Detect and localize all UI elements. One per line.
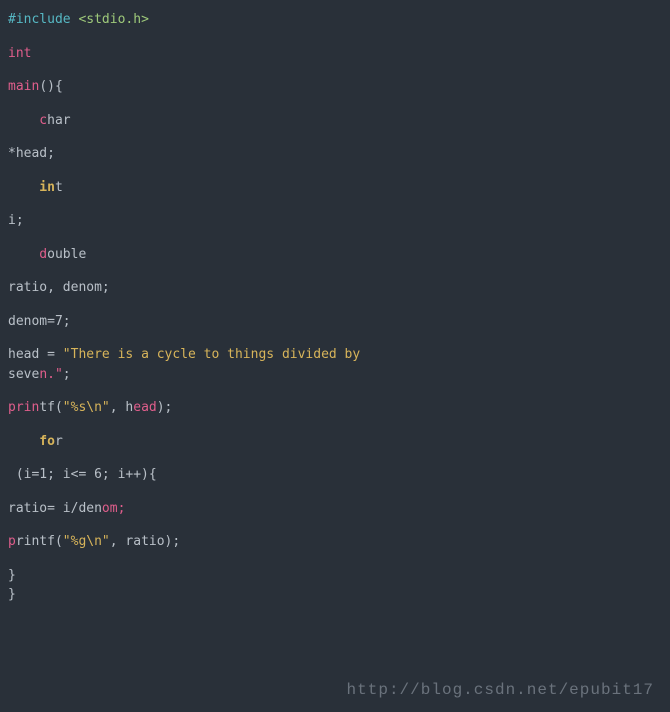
- code-line: head = "There is a cycle to things divid…: [8, 345, 662, 365]
- code-line: denom=7;: [8, 312, 662, 332]
- code-line: }: [8, 585, 662, 605]
- string-literal: "There is a cycle to things divided by: [63, 347, 360, 362]
- code-line: }: [8, 566, 662, 586]
- code-line: for: [8, 432, 662, 452]
- code-line: ratio, denom;: [8, 278, 662, 298]
- variable-decl: i;: [8, 213, 24, 228]
- code-line: printf("%g\n", ratio);: [8, 532, 662, 552]
- printf-call: p: [8, 534, 16, 549]
- code-line: int: [8, 44, 662, 64]
- include-header: <stdio.h>: [78, 12, 148, 27]
- variable-decl: *head;: [8, 146, 55, 161]
- code-line: seven.";: [8, 365, 662, 385]
- code-block: #include <stdio.h> int main(){ char *hea…: [0, 0, 670, 615]
- function-name: main: [8, 79, 39, 94]
- code-line: printf("%s\n", head);: [8, 398, 662, 418]
- assignment: denom=7;: [8, 314, 71, 329]
- closing-brace: }: [8, 568, 16, 583]
- code-line: double: [8, 245, 662, 265]
- code-line: main(){: [8, 77, 662, 97]
- code-line: (i=1; i<= 6; i++){: [8, 465, 662, 485]
- code-line: #include <stdio.h>: [8, 10, 662, 30]
- format-string: "%g\n": [63, 534, 110, 549]
- code-line: i;: [8, 211, 662, 231]
- variable-decl: ratio, denom;: [8, 280, 110, 295]
- code-line: ratio= i/denom;: [8, 499, 662, 519]
- assignment: ratio= i/den: [8, 501, 102, 516]
- format-string: "%s\n": [63, 400, 110, 415]
- keyword-int: in: [8, 180, 55, 195]
- code-line: char: [8, 111, 662, 131]
- code-line: int: [8, 178, 662, 198]
- keyword-double: d: [8, 247, 47, 262]
- watermark-url: http://blog.csdn.net/epubit17: [347, 678, 654, 702]
- keyword: int: [8, 46, 31, 61]
- closing-brace: }: [8, 587, 16, 602]
- keyword-for: fo: [8, 434, 55, 449]
- preprocessor: #include: [8, 12, 78, 27]
- keyword-char: c: [8, 113, 47, 128]
- for-condition: (i=1; i<= 6; i++){: [8, 467, 157, 482]
- code-line: *head;: [8, 144, 662, 164]
- printf-call: prin: [8, 400, 39, 415]
